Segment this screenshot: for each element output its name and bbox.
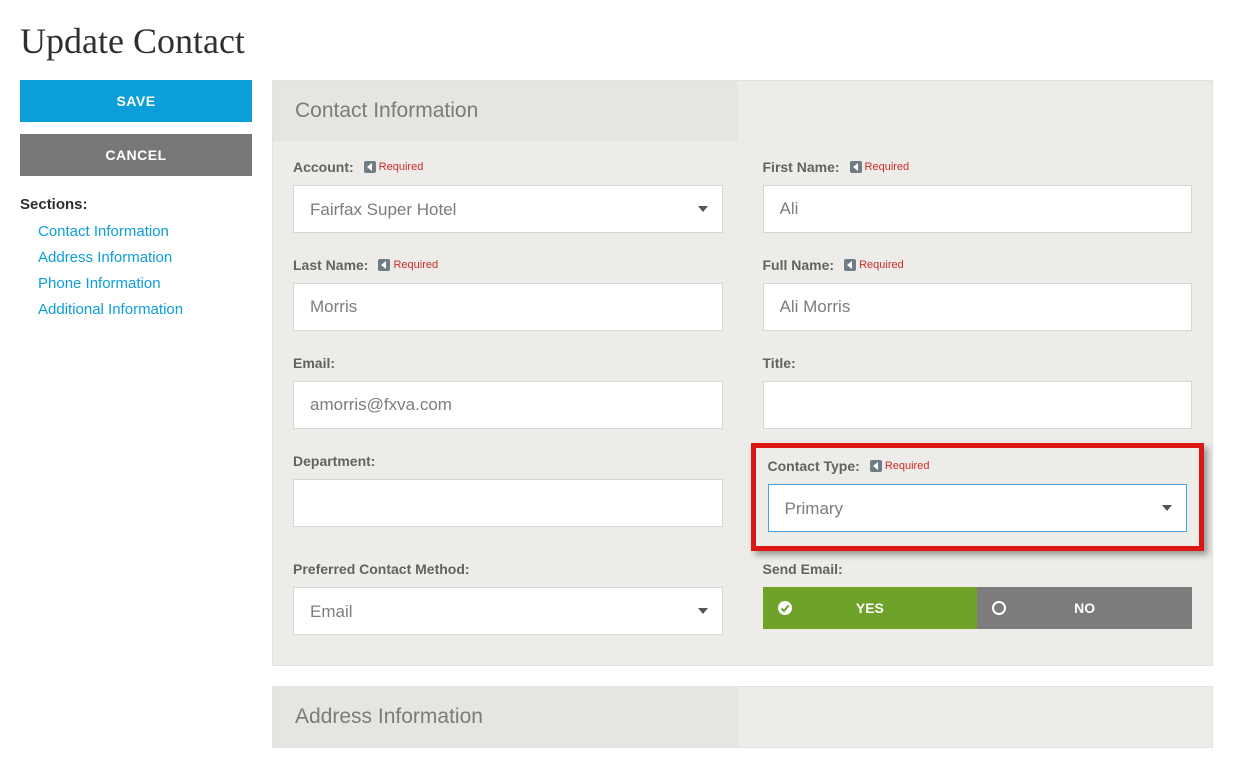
field-first-name: First Name: Required (763, 159, 1193, 233)
main-content: Contact Information Account: Required (272, 80, 1213, 764)
label-preferred-contact-method: Preferred Contact Method: (293, 561, 470, 577)
label-last-name: Last Name: (293, 257, 368, 273)
arrow-left-icon (364, 161, 376, 173)
field-department: Department: (293, 453, 723, 537)
label-contact-type: Contact Type: (768, 458, 860, 474)
required-tag: Required (850, 161, 910, 173)
label-account: Account: (293, 159, 354, 175)
required-tag: Required (378, 259, 438, 271)
department-input[interactable] (293, 479, 723, 527)
field-last-name: Last Name: Required (293, 257, 723, 331)
send-email-yes-button[interactable]: YES (763, 587, 978, 629)
last-name-input[interactable] (293, 283, 723, 331)
label-department: Department: (293, 453, 375, 469)
send-email-no-button[interactable]: NO (977, 587, 1192, 629)
label-email: Email: (293, 355, 335, 371)
field-send-email: Send Email: YES (763, 561, 1193, 635)
toggle-no-label: NO (1074, 600, 1095, 616)
arrow-left-icon (378, 259, 390, 271)
required-text: Required (393, 259, 438, 271)
highlight-contact-type: Contact Type: Required Primary (751, 443, 1205, 551)
account-select[interactable]: Fairfax Super Hotel (293, 185, 723, 233)
field-email: Email: (293, 355, 723, 429)
field-preferred-contact-method: Preferred Contact Method: Email (293, 561, 723, 635)
panel-contact-information: Contact Information Account: Required (272, 80, 1213, 666)
label-full-name: Full Name: (763, 257, 835, 273)
sections-heading: Sections: (20, 196, 252, 213)
panel-header-contact-information: Contact Information (273, 81, 738, 141)
cancel-button[interactable]: CANCEL (20, 134, 252, 176)
arrow-left-icon (870, 460, 882, 472)
check-circle-icon (777, 600, 793, 616)
required-text: Required (865, 161, 910, 173)
field-title: Title: (763, 355, 1193, 429)
label-title: Title: (763, 355, 796, 371)
required-text: Required (885, 460, 930, 472)
label-first-name: First Name: (763, 159, 840, 175)
sidebar-item-phone-information[interactable]: Phone Information (38, 275, 161, 292)
email-input[interactable] (293, 381, 723, 429)
section-links: Contact Information Address Information … (20, 223, 252, 319)
save-button[interactable]: SAVE (20, 80, 252, 122)
sidebar-item-contact-information[interactable]: Contact Information (38, 223, 169, 240)
sidebar-item-address-information[interactable]: Address Information (38, 249, 172, 266)
required-text: Required (859, 259, 904, 271)
panel-header-address-information: Address Information (273, 687, 738, 747)
label-send-email: Send Email: (763, 561, 843, 577)
sidebar-item-additional-information[interactable]: Additional Information (38, 301, 183, 318)
first-name-input[interactable] (763, 185, 1193, 233)
field-contact-type: Contact Type: Required Primary (763, 453, 1193, 537)
required-tag: Required (844, 259, 904, 271)
contact-type-select[interactable]: Primary (768, 484, 1188, 532)
required-tag: Required (870, 460, 930, 472)
preferred-contact-method-select[interactable]: Email (293, 587, 723, 635)
required-tag: Required (364, 161, 424, 173)
radio-empty-icon (991, 600, 1007, 616)
full-name-input[interactable] (763, 283, 1193, 331)
page-title: Update Contact (20, 20, 1213, 62)
arrow-left-icon (850, 161, 862, 173)
panel-address-information: Address Information (272, 686, 1213, 748)
toggle-yes-label: YES (856, 600, 884, 616)
arrow-left-icon (844, 259, 856, 271)
field-account: Account: Required Fairfax Super Hotel (293, 159, 723, 233)
required-text: Required (379, 161, 424, 173)
sidebar: SAVE CANCEL Sections: Contact Informatio… (20, 80, 252, 327)
field-full-name: Full Name: Required (763, 257, 1193, 331)
title-input[interactable] (763, 381, 1193, 429)
